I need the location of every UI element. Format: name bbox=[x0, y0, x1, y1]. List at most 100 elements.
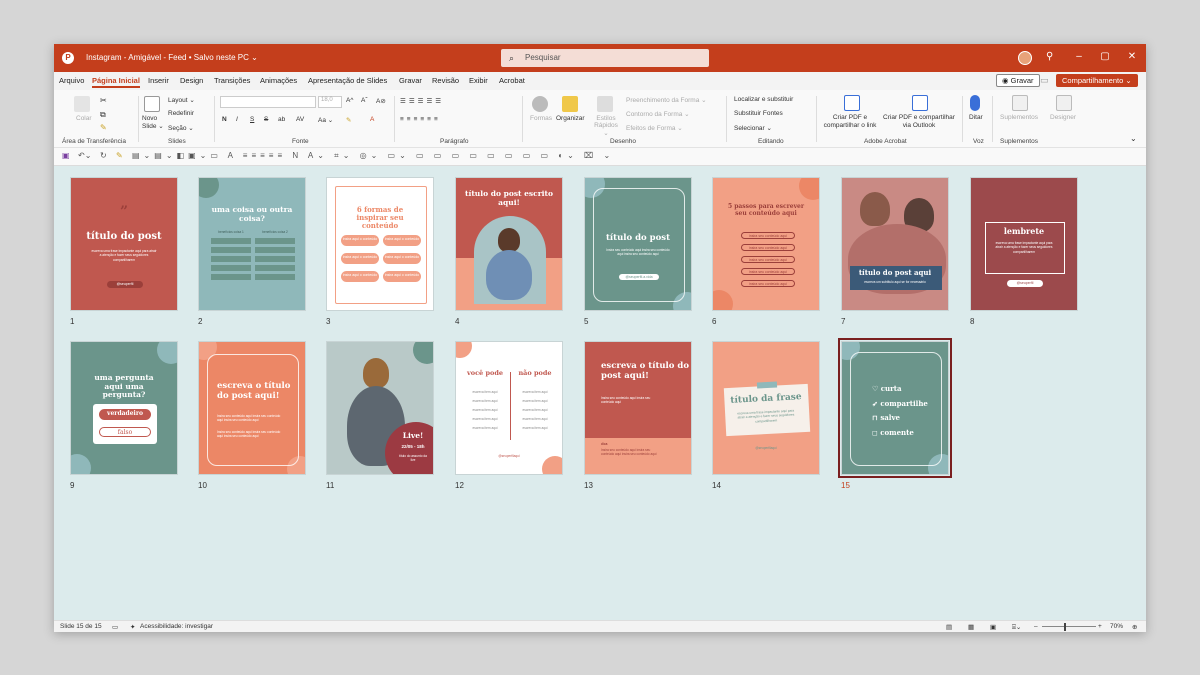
tab-arquivo[interactable]: Arquivo bbox=[59, 76, 84, 85]
pdf-outlook-icon[interactable] bbox=[912, 95, 928, 111]
format-painter-icon[interactable]: ✎ bbox=[116, 151, 123, 160]
font-name-field[interactable] bbox=[220, 96, 316, 108]
slide-thumbnail[interactable]: escreva o título do post aqui! Insira se… bbox=[198, 341, 306, 475]
shadow-button[interactable]: ab bbox=[278, 116, 285, 123]
list-bullets-icon[interactable]: ☰☰☰☰☰ bbox=[400, 97, 444, 105]
arrange-icon[interactable] bbox=[562, 96, 578, 112]
zoom-level[interactable]: 70% bbox=[1110, 623, 1123, 630]
slide-thumbnail[interactable]: 6 formas de inspirar seu conteúdo insira… bbox=[326, 177, 434, 311]
redo-icon[interactable]: ↻ bbox=[100, 151, 107, 160]
addins-button[interactable]: Suplementos bbox=[1000, 114, 1038, 121]
paste-label[interactable]: Colar bbox=[76, 115, 92, 122]
toolbar-shortcut-icons[interactable]: ▤⌄▤⌄◧▣⌄▭ A ≡≡≡≡≡ N A⌄ ⌗⌄ ◎⌄ ▭⌄ ▭ ▭ ▭ ▭ ▭… bbox=[132, 151, 614, 161]
slide-thumbnail[interactable]: título da frase escreva uma frase impact… bbox=[712, 341, 820, 475]
slide-thumbnail[interactable]: escreva o título do post aqui! Insira se… bbox=[584, 341, 692, 475]
spacing-button[interactable]: AV bbox=[296, 116, 304, 123]
pdf-link-icon[interactable] bbox=[844, 95, 860, 111]
designer-button[interactable]: Designer bbox=[1050, 114, 1076, 121]
zoom-out-button[interactable]: – bbox=[1034, 623, 1038, 630]
tab-exibir[interactable]: Exibir bbox=[469, 76, 488, 85]
tab-transicoes[interactable]: Transições bbox=[214, 76, 250, 85]
strikethrough-button[interactable]: S bbox=[264, 116, 268, 123]
slide-sorter-view-icon[interactable]: ▦ bbox=[968, 623, 974, 631]
document-title[interactable]: Instagram - Amigável - Feed • Salvo nest… bbox=[86, 53, 258, 62]
microphone-icon[interactable] bbox=[970, 95, 980, 111]
zoom-in-button[interactable]: + bbox=[1098, 623, 1102, 630]
normal-view-icon[interactable]: ▤ bbox=[946, 623, 952, 631]
tab-apresentacao[interactable]: Apresentação de Slides bbox=[308, 76, 387, 85]
slide-thumbnail[interactable]: 5 passos para escrever seu conteúdo aqui… bbox=[712, 177, 820, 311]
dictate-button[interactable]: Ditar bbox=[969, 114, 983, 121]
slide-thumbnail[interactable]: lembrete escreva uma frase impactante aq… bbox=[970, 177, 1078, 311]
undo-icon[interactable]: ↶⌄ bbox=[78, 151, 91, 160]
shapes-icon[interactable] bbox=[532, 96, 548, 112]
new-slide-icon[interactable] bbox=[144, 96, 160, 112]
accessibility-status[interactable]: Acessibilidade: investigar bbox=[140, 623, 213, 630]
underline-button[interactable]: S bbox=[250, 116, 254, 123]
reset-button[interactable]: Redefinir bbox=[168, 110, 194, 117]
slide-thumbnail[interactable]: título do post aqui escreva um subtítulo… bbox=[841, 177, 949, 311]
quick-styles-button[interactable]: Estilos Rápidos ⌄ bbox=[592, 115, 620, 137]
arrange-button[interactable]: Organizar bbox=[556, 115, 585, 122]
copy-icon[interactable]: ⧉ bbox=[100, 110, 106, 120]
shapes-button[interactable]: Formas bbox=[530, 115, 552, 122]
lightbulb-icon[interactable]: ⚲ bbox=[1046, 51, 1053, 62]
maximize-button[interactable]: ▢ bbox=[1095, 51, 1115, 62]
tab-animacoes[interactable]: Animações bbox=[260, 76, 297, 85]
share-button[interactable]: Compartilhamento ⌄ bbox=[1056, 74, 1138, 87]
font-color-icon[interactable]: A bbox=[370, 116, 374, 123]
shape-outline-button[interactable]: Contorno da Forma ⌄ bbox=[626, 110, 690, 118]
quick-styles-icon[interactable] bbox=[597, 96, 613, 112]
slide-thumbnail-selected[interactable]: ♡ curta ➶ compartilhe ⊓ salve ◻ comente bbox=[838, 338, 952, 478]
tab-design[interactable]: Design bbox=[180, 76, 203, 85]
slide-thumbnail[interactable]: uma coisa ou outra coisa? benefícios coi… bbox=[198, 177, 306, 311]
slide-thumbnail[interactable]: ” título do post escreva uma frase impac… bbox=[70, 177, 178, 311]
format-painter-icon[interactable]: ✎ bbox=[100, 123, 107, 132]
zoom-slider-thumb[interactable] bbox=[1064, 623, 1066, 631]
close-button[interactable]: ✕ bbox=[1122, 51, 1142, 62]
shape-effects-button[interactable]: Efeitos de Forma ⌄ bbox=[626, 124, 683, 132]
designer-icon[interactable] bbox=[1056, 95, 1072, 111]
section-button[interactable]: Seção ⌄ bbox=[168, 124, 194, 132]
comment-icon[interactable]: ▭ bbox=[1040, 75, 1049, 86]
find-replace-button[interactable]: Localizar e substituir bbox=[734, 96, 793, 103]
highlight-icon[interactable]: ✎ bbox=[346, 116, 351, 124]
create-pdf-outlook-button[interactable]: Criar PDF e compartilhar via Outlook bbox=[880, 114, 958, 131]
new-slide-button[interactable]: Novo Slide ⌄ bbox=[142, 115, 164, 131]
replace-fonts-button[interactable]: Substituir Fontes bbox=[734, 110, 783, 117]
bold-button[interactable]: N bbox=[222, 116, 227, 123]
tab-pagina-inicial[interactable]: Página Inicial bbox=[92, 76, 140, 88]
minimize-button[interactable]: – bbox=[1069, 51, 1089, 62]
slide-thumbnail[interactable]: Live! 22/05 - 18h título do assunto da l… bbox=[326, 341, 434, 475]
font-size-field[interactable]: 18,0 bbox=[318, 96, 342, 108]
layout-button[interactable]: Layout ⌄ bbox=[168, 96, 195, 104]
paste-icon[interactable] bbox=[74, 96, 90, 112]
tab-acrobat[interactable]: Acrobat bbox=[499, 76, 525, 85]
slideshow-view-icon[interactable]: ⌸⌄ bbox=[1012, 623, 1021, 632]
user-avatar[interactable] bbox=[1018, 51, 1032, 65]
tab-inserir[interactable]: Inserir bbox=[148, 76, 169, 85]
change-case-button[interactable]: Aa ⌄ bbox=[318, 116, 333, 124]
addins-icon[interactable] bbox=[1012, 95, 1028, 111]
create-pdf-link-button[interactable]: Criar PDF e compartilhar o link bbox=[818, 114, 882, 131]
select-button[interactable]: Selecionar ⌄ bbox=[734, 124, 772, 132]
save-icon[interactable]: ▣ bbox=[62, 151, 70, 160]
fit-to-window-icon[interactable]: ⊕ bbox=[1132, 623, 1137, 631]
clear-format-icon[interactable]: A⊘ bbox=[376, 97, 386, 105]
slide-thumbnail[interactable]: título do post Insira seu conteúdo aqui … bbox=[584, 177, 692, 311]
tab-gravar[interactable]: Gravar bbox=[399, 76, 422, 85]
shape-fill-button[interactable]: Preenchimento da Forma ⌄ bbox=[626, 96, 707, 104]
tab-revisao[interactable]: Revisão bbox=[432, 76, 459, 85]
record-button[interactable]: ◉ Gravar bbox=[996, 74, 1040, 87]
collapse-ribbon-icon[interactable]: ⌄ bbox=[1130, 134, 1137, 143]
cut-icon[interactable]: ✂ bbox=[100, 96, 107, 105]
italic-button[interactable]: I bbox=[236, 116, 238, 123]
reading-view-icon[interactable]: ▣ bbox=[990, 623, 996, 631]
notes-icon[interactable]: ▭ bbox=[112, 623, 118, 631]
search-box[interactable]: ⌕ Pesquisar bbox=[501, 49, 709, 67]
slide-thumbnail[interactable]: uma pergunta aqui uma pergunta? verdadei… bbox=[70, 341, 178, 475]
grow-font-icon[interactable]: A^ bbox=[346, 97, 353, 104]
slide-thumbnail[interactable]: título do post escrito aqui! bbox=[455, 177, 563, 311]
shrink-font-icon[interactable]: Aˇ bbox=[361, 97, 368, 104]
slide-thumbnail[interactable]: você pode não pode escreva item aqui escr… bbox=[455, 341, 563, 475]
